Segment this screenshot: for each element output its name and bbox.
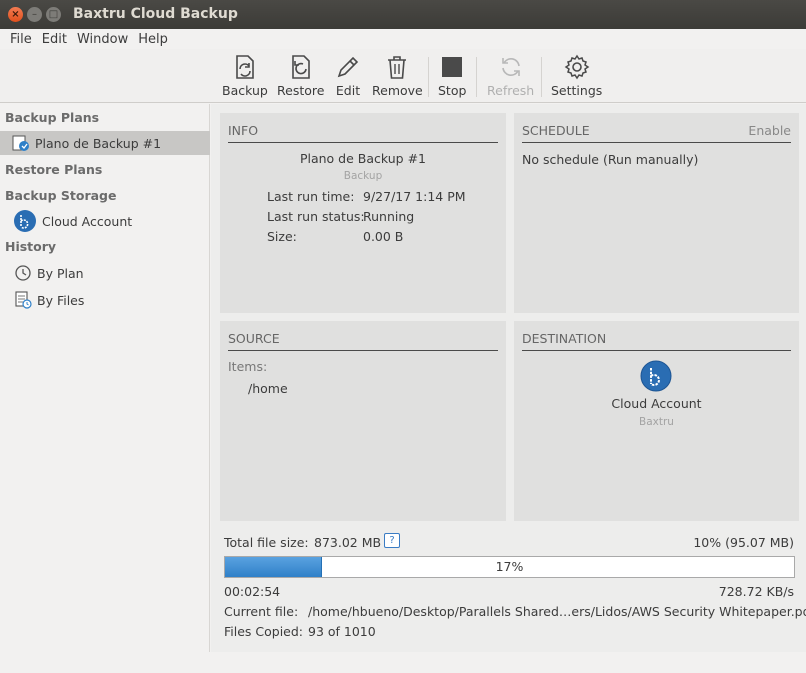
refresh-icon xyxy=(501,58,520,76)
progress-percent: 17% xyxy=(495,559,524,574)
sidebar-item-label: By Files xyxy=(37,292,85,308)
refresh-button[interactable]: Refresh xyxy=(487,53,534,99)
destination-panel-title: DESTINATION xyxy=(522,331,607,346)
transfer-speed: 728.72 KB/s xyxy=(718,584,794,599)
menu-help[interactable]: Help xyxy=(133,32,173,47)
destination-panel: DESTINATION Cloud Account Baxtru xyxy=(514,321,799,521)
window-bottom xyxy=(0,652,806,673)
sidebar-heading-backup-plans: Backup Plans xyxy=(5,110,100,125)
settings-button[interactable]: Settings xyxy=(551,53,602,99)
files-copied-value: 93 of 1010 xyxy=(308,624,376,639)
progress-bar: 17% xyxy=(224,556,795,578)
elapsed-time: 00:02:54 xyxy=(224,584,281,599)
total-file-size-label: Total file size: xyxy=(224,535,309,550)
schedule-enable-link[interactable]: Enable xyxy=(748,123,791,138)
close-window-button[interactable]: × xyxy=(8,7,23,22)
backup-plan-icon xyxy=(12,134,30,152)
status-area: Total file size: 873.02 MB ? 10% (95.07 … xyxy=(218,529,806,644)
size-label: Size: xyxy=(267,229,297,244)
toolbar: Backup Restore Edit Remove Stop Refresh … xyxy=(0,49,806,103)
files-copied-label: Files Copied: xyxy=(224,624,304,639)
divider xyxy=(522,350,791,351)
refresh-label: Refresh xyxy=(487,83,535,98)
total-file-size-value: 873.02 MB xyxy=(314,535,382,550)
divider xyxy=(522,142,791,143)
current-file-label: Current file: xyxy=(224,604,299,619)
schedule-text: No schedule (Run manually) xyxy=(522,152,699,167)
sidebar-heading-restore-plans[interactable]: Restore Plans xyxy=(5,162,102,177)
info-panel-title: INFO xyxy=(228,123,259,138)
source-item: /home xyxy=(248,381,288,396)
sidebar-item-by-plan[interactable]: By Plan xyxy=(0,261,210,285)
sidebar-item-label: By Plan xyxy=(37,265,84,281)
schedule-panel: SCHEDULE Enable No schedule (Run manuall… xyxy=(514,113,799,313)
source-panel-title: SOURCE xyxy=(228,331,280,346)
sidebar-item-by-files[interactable]: By Files xyxy=(0,288,210,312)
sidebar-heading-history: History xyxy=(5,239,57,254)
restore-button[interactable]: Restore xyxy=(277,53,324,99)
maximize-window-button[interactable]: □ xyxy=(46,7,61,22)
toolbar-separator xyxy=(428,57,429,97)
restore-label: Restore xyxy=(277,83,325,98)
minimize-window-button[interactable]: – xyxy=(27,7,42,22)
file-history-icon xyxy=(14,291,32,309)
window-title: Baxtru Cloud Backup xyxy=(73,6,238,22)
backup-icon xyxy=(236,55,254,79)
backup-label: Backup xyxy=(222,83,268,98)
backup-button[interactable]: Backup xyxy=(222,53,268,99)
divider xyxy=(228,350,498,351)
last-run-time-value: 9/27/17 1:14 PM xyxy=(363,189,466,204)
divider xyxy=(228,142,498,143)
last-run-status-label: Last run status: xyxy=(267,209,365,224)
size-value: 0.00 B xyxy=(363,229,404,244)
sidebar-item-label: Cloud Account xyxy=(42,213,133,229)
remove-label: Remove xyxy=(372,83,423,98)
menu-file[interactable]: File xyxy=(5,32,37,47)
sidebar: Backup Plans Plano de Backup #1 Restore … xyxy=(0,104,210,652)
current-file-path: /home/hbueno/Desktop/Parallels Shared…er… xyxy=(308,604,806,619)
menu-edit[interactable]: Edit xyxy=(37,32,72,47)
cloud-account-icon xyxy=(13,209,37,233)
stop-label: Stop xyxy=(438,83,467,98)
toolbar-separator xyxy=(541,57,542,97)
edit-label: Edit xyxy=(335,83,361,98)
info-plan-name: Plano de Backup #1 xyxy=(299,151,427,166)
sidebar-heading-backup-storage: Backup Storage xyxy=(5,188,117,203)
trash-icon xyxy=(388,56,407,79)
info-plan-type: Backup xyxy=(343,170,383,182)
menu-bar: File Edit Window Help xyxy=(0,29,806,49)
stop-icon xyxy=(442,57,463,77)
menu-window[interactable]: Window xyxy=(72,32,133,47)
completed-percent: 10% (95.07 MB) xyxy=(693,535,794,550)
settings-label: Settings xyxy=(551,83,603,98)
source-panel: SOURCE Items: /home xyxy=(220,321,506,521)
last-run-time-label: Last run time: xyxy=(267,189,355,204)
sidebar-item-cloud-account[interactable]: Cloud Account xyxy=(0,209,210,233)
schedule-panel-title: SCHEDULE xyxy=(522,123,590,138)
destination-name: Cloud Account xyxy=(611,396,702,411)
pencil-icon xyxy=(337,56,359,78)
edit-button[interactable]: Edit xyxy=(334,53,362,99)
cloud-account-logo-icon xyxy=(640,360,672,395)
source-items-label: Items: xyxy=(228,359,268,374)
remove-button[interactable]: Remove xyxy=(372,53,423,99)
destination-provider: Baxtru xyxy=(639,416,674,428)
last-run-status-value: Running xyxy=(363,209,415,224)
sidebar-item-backup-plan[interactable]: Plano de Backup #1 xyxy=(0,131,210,155)
gear-icon xyxy=(564,54,589,80)
history-clock-icon xyxy=(14,264,32,282)
restore-icon xyxy=(291,55,310,79)
title-bar: × – □ Baxtru Cloud Backup xyxy=(0,0,806,29)
stop-button[interactable]: Stop xyxy=(438,53,466,99)
info-panel: INFO Plano de Backup #1 Backup Last run … xyxy=(220,113,506,313)
toolbar-separator xyxy=(476,57,477,97)
help-icon[interactable]: ? xyxy=(384,533,400,548)
sidebar-item-label: Plano de Backup #1 xyxy=(35,135,162,151)
